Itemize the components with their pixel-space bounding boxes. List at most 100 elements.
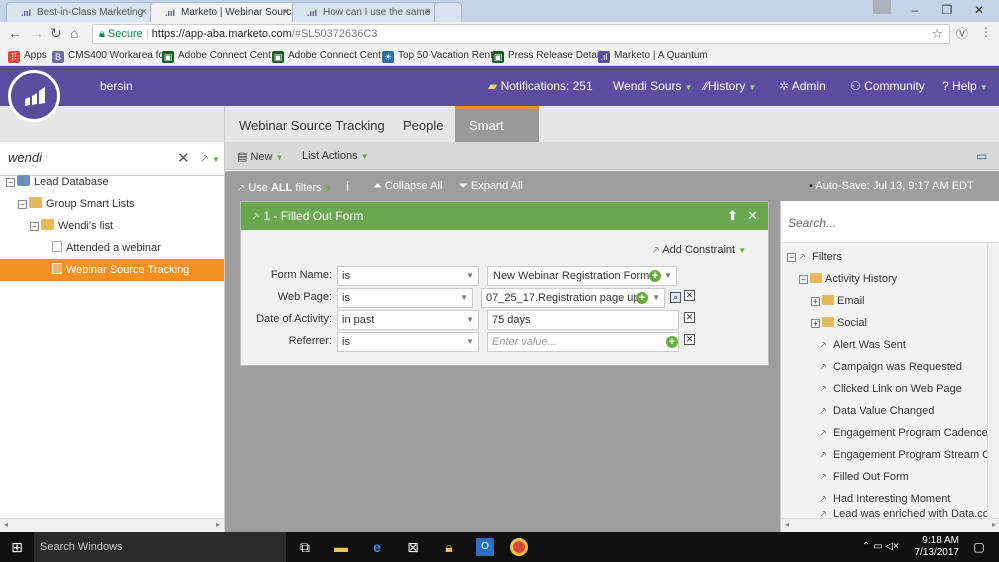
close-icon[interactable]: × xyxy=(425,6,431,18)
list-actions-button[interactable]: List Actions ▼ xyxy=(302,150,369,162)
tree-item-attended-webinar[interactable]: Attended a webinar xyxy=(52,237,161,259)
home-icon[interactable]: ⌂ xyxy=(70,25,78,41)
expand-toggle-icon[interactable]: + xyxy=(811,319,820,328)
palette-item[interactable]: ⸕ Clicked Link on Web Page xyxy=(819,378,962,400)
delete-filter-icon[interactable]: ✕ xyxy=(747,202,758,230)
clock[interactable]: 9:18 AM 7/13/2017 xyxy=(915,535,960,559)
collapse-all-button[interactable]: ⏶ Collapse All xyxy=(373,180,442,193)
maximize-icon[interactable]: ❐ xyxy=(932,0,962,20)
palette-item[interactable]: ⸕ Alert Was Sent xyxy=(819,334,906,356)
scroll-right-icon[interactable]: ▸ xyxy=(216,520,220,529)
bookmark-adobe-2[interactable]: ▣ Adobe Connect Cent xyxy=(272,50,381,63)
value-input[interactable]: 75 days xyxy=(487,310,679,330)
operator-select[interactable]: in past ▼ xyxy=(337,310,479,330)
expand-toggle-icon[interactable]: + xyxy=(811,297,820,306)
add-value-icon[interactable]: + xyxy=(666,336,678,348)
add-value-icon[interactable]: + xyxy=(649,270,661,282)
admin-button[interactable]: ✲ Admin xyxy=(779,79,826,93)
tab-webinar-source-tracking[interactable]: Webinar Source Tracking xyxy=(225,106,399,142)
add-value-icon[interactable]: + xyxy=(636,292,648,304)
panel-toggle-icon[interactable]: ▭ xyxy=(976,149,987,163)
url-input[interactable]: 🔒︎ Secure | https://app-aba.marketo.com/… xyxy=(92,24,950,44)
lock-app-icon[interactable]: 🔒︎ xyxy=(440,538,458,556)
operator-select[interactable]: is ▼ xyxy=(337,266,479,286)
marketo-logo[interactable] xyxy=(8,70,60,122)
tree-item-group-smart-lists[interactable]: − Group Smart Lists xyxy=(18,193,135,215)
filter-wand-icon[interactable]: ⸕ ▼ xyxy=(200,149,220,166)
notifications-button[interactable]: ▰ Notifications: 251 xyxy=(488,79,593,93)
palette-item-email[interactable]: + Email xyxy=(811,290,865,312)
palette-item[interactable]: ⸕ Lead was enriched with Data.co xyxy=(819,507,988,517)
collapse-toggle-icon[interactable]: − xyxy=(18,200,27,209)
tray-icons[interactable]: ⌃ ▭ ◁× xyxy=(862,541,899,552)
bookmark-press[interactable]: ▣ Press Release Details xyxy=(492,50,606,63)
close-icon[interactable]: × xyxy=(141,6,147,18)
operator-select[interactable]: is ▼ xyxy=(337,332,479,352)
notifications-center-icon[interactable]: ▢ xyxy=(970,538,988,556)
history-menu[interactable]: ⁄⁄History ▼ xyxy=(704,79,756,93)
close-icon[interactable]: × xyxy=(283,6,289,18)
back-arrow-icon[interactable]: ← xyxy=(8,25,22,41)
remove-constraint-icon[interactable]: ✕ xyxy=(684,312,695,323)
expand-all-button[interactable]: ⏷ Expand All xyxy=(459,180,523,193)
referrer-value-input[interactable]: Enter value... xyxy=(487,332,679,352)
collapse-toggle-icon[interactable]: − xyxy=(6,178,15,187)
tree-search-input[interactable]: wendi xyxy=(8,150,42,165)
new-tab-button[interactable] xyxy=(434,2,462,22)
outlook-icon[interactable]: O xyxy=(476,538,494,556)
reload-icon[interactable]: ↻ xyxy=(50,25,62,42)
collapse-toggle-icon[interactable]: − xyxy=(799,275,808,284)
collapse-toggle-icon[interactable]: − xyxy=(787,253,796,262)
palette-item[interactable]: ⸕ Engagement Program Stream Ch xyxy=(819,444,988,466)
file-explorer-icon[interactable]: ▬ xyxy=(332,538,350,556)
vertical-scrollbar[interactable] xyxy=(987,243,999,518)
store-icon[interactable]: ⊠ xyxy=(404,538,422,556)
bookmark-apps[interactable]: ⠿ Apps xyxy=(8,50,47,63)
browser-tab-3[interactable]: .ııl How can I use the same × xyxy=(292,2,438,22)
move-up-icon[interactable]: ⬆ xyxy=(727,202,738,230)
palette-item[interactable]: ⸕ Data Value Changed xyxy=(819,400,934,422)
palette-item[interactable]: ⸕ Engagement Program Cadence C xyxy=(819,422,988,444)
tree-item-lead-database[interactable]: − Lead Database xyxy=(6,171,109,193)
scroll-right-icon[interactable]: ▸ xyxy=(992,520,996,529)
scroll-left-icon[interactable]: ◂ xyxy=(785,520,789,529)
bookmark-vacation[interactable]: ☀ Top 50 Vacation Rent xyxy=(382,50,493,63)
windows-start-icon[interactable]: ⊞ xyxy=(8,538,26,556)
chrome-icon[interactable] xyxy=(510,538,528,556)
user-menu[interactable]: Wendi Sours ▼ xyxy=(613,79,692,93)
scroll-left-icon[interactable]: ◂ xyxy=(4,520,8,529)
horizontal-scrollbar[interactable]: ◂ ▸ xyxy=(781,518,999,532)
menu-dots-icon[interactable]: ⋮ xyxy=(980,25,992,39)
help-menu[interactable]: ? Help ▼ xyxy=(942,79,988,93)
lookup-icon[interactable]: ⌕ xyxy=(670,292,681,303)
remove-constraint-icon[interactable]: ✕ xyxy=(684,334,695,345)
add-constraint-button[interactable]: ⸕ Add Constraint ▼ xyxy=(652,242,746,257)
minimize-icon[interactable]: – xyxy=(900,0,930,20)
tree-item-wendis-list[interactable]: − Wendi's list xyxy=(30,215,113,237)
clear-search-icon[interactable]: ✕ xyxy=(177,149,190,167)
taskbar-search[interactable]: Search Windows xyxy=(34,532,286,562)
tree-item-webinar-source-tracking[interactable]: Webinar Source Tracking xyxy=(0,259,224,281)
palette-item-filters[interactable]: − ⸕ Filters xyxy=(787,246,842,268)
palette-item[interactable]: ⸕ Campaign was Requested xyxy=(819,356,962,378)
forward-arrow-icon[interactable]: → xyxy=(30,25,44,41)
profile-icon[interactable] xyxy=(873,0,891,14)
filter-search[interactable]: Search... xyxy=(781,201,999,243)
bookmark-marketo[interactable]: .ıl Marketo | A Quantum xyxy=(598,50,708,63)
palette-item[interactable]: ⸕ Filled Out Form xyxy=(819,466,909,488)
edge-browser-icon[interactable]: e xyxy=(368,538,386,556)
filter-card-header[interactable]: ⸕ 1 - Filled Out Form ⬆ ✕ xyxy=(241,202,768,230)
browser-tab-1[interactable]: .ııl Best-in-Class Marketing × xyxy=(6,2,154,22)
browser-tab-2[interactable]: .ııl Marketo | Webinar Sourc × xyxy=(150,2,296,22)
bookmark-cms400[interactable]: B CMS400 Workarea fo xyxy=(52,50,164,63)
palette-item-social[interactable]: + Social xyxy=(811,312,867,334)
horizontal-scrollbar[interactable]: ◂ ▸ xyxy=(0,518,224,532)
operator-select[interactable]: is ▼ xyxy=(337,288,473,308)
task-view-icon[interactable]: ⧉ xyxy=(296,538,314,556)
remove-constraint-icon[interactable]: ✕ xyxy=(684,290,695,301)
palette-item-activity-history[interactable]: − Activity History xyxy=(799,268,897,290)
new-button[interactable]: ▤ New ▼ xyxy=(237,150,283,163)
bookmark-adobe-1[interactable]: ▣ Adobe Connect Cent xyxy=(162,50,271,63)
filter-search-input[interactable]: Search... xyxy=(788,216,836,230)
bookmark-star-icon[interactable]: ☆ xyxy=(931,25,943,43)
